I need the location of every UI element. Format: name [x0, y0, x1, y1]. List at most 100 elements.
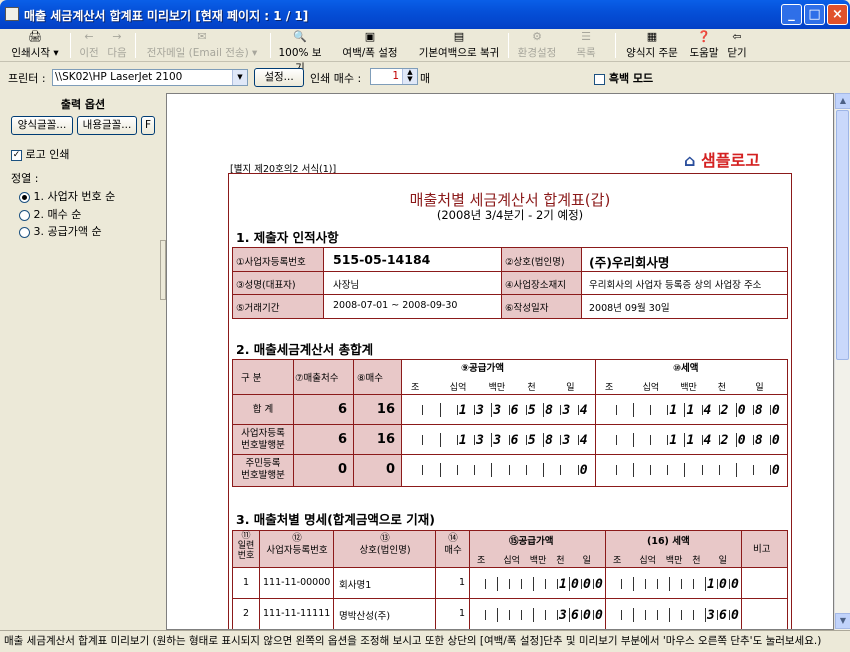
scroll-thumb[interactable]: [836, 110, 849, 360]
supply-digit: 0: [595, 608, 603, 623]
section-3-title: 3. 매출처별 명세(합계금액으로 기재): [236, 512, 435, 527]
window-title: 매출 세금계산서 합계표 미리보기 [현재 페이지 : 1 / 1]: [24, 9, 309, 23]
margin-setup-button[interactable]: ▣ 여백/폭 설정: [338, 31, 402, 60]
supply-digit: 3: [562, 433, 571, 448]
settings-button[interactable]: ⚙ 환경설정: [514, 31, 560, 60]
tax-digit: 8: [754, 433, 763, 448]
copies-input[interactable]: 1 ▲ ▼: [370, 68, 418, 85]
supply-digit: 0: [583, 577, 591, 592]
supply-digit: 0: [595, 577, 603, 592]
list-button[interactable]: ☰ 목록: [566, 31, 606, 60]
customer-count: 6: [337, 432, 347, 447]
printer-icon: 🖨: [28, 30, 42, 43]
app-icon: [5, 7, 19, 21]
minimize-button[interactable]: _: [781, 4, 802, 25]
row-label: 합 계: [252, 404, 274, 415]
reset-margin-button[interactable]: ▤ 기본여백으로 복귀: [414, 31, 504, 60]
sheet-count: 16: [376, 432, 395, 447]
vertical-scrollbar[interactable]: ▲ ▼: [834, 93, 850, 630]
tax-digit: 4: [703, 433, 712, 448]
supply-digit: 3: [562, 403, 571, 418]
tax-digit: 4: [703, 403, 712, 418]
supply-digit: 6: [510, 403, 519, 418]
logo-print-checkbox[interactable]: ✓ 로고 인쇄: [11, 146, 69, 162]
tax-digit: 0: [737, 403, 746, 418]
next-page-button[interactable]: → 다음: [104, 31, 130, 60]
mail-icon: ✉: [197, 30, 207, 43]
toolbar: 🖨 인쇄시작 ▾ ← 이전 → 다음 ✉ 전자메일 (Email 전송) ▾ 🔍 100%…: [0, 29, 850, 75]
tax-digit: 0: [731, 608, 739, 623]
supply-digit: 5: [527, 433, 536, 448]
row-label: 사업자등록 번호발행분: [241, 428, 285, 451]
preview-area[interactable]: [별지 제20호의2 서식(1)] ⌂ 샘플로고 매출처별 세금계산서 합계표(…: [166, 93, 834, 630]
supply-digit: 5: [527, 403, 536, 418]
help-button[interactable]: ❓ 도움말: [686, 31, 722, 60]
prev-page-button[interactable]: ← 이전: [76, 31, 102, 60]
printer-select[interactable]: \\SK02\HP LaserJet 2100 ▼: [52, 69, 248, 86]
unit-label: 일: [755, 383, 764, 393]
supply-digit: 0: [579, 463, 588, 478]
margin-icon: ▣: [364, 30, 376, 43]
supply-digit: 1: [458, 403, 467, 418]
tax-digit: 3: [707, 608, 715, 623]
copies-label: 인쇄 매수 :: [310, 72, 362, 85]
unit-label: 십억: [449, 383, 467, 393]
company-name: 회사명1: [339, 580, 372, 591]
supply-digit: 3: [493, 403, 502, 418]
tax-digit: 1: [686, 433, 695, 448]
doc-subtitle: (2008년 3/4분기 - 2기 예정): [436, 208, 584, 222]
supply-digit: 4: [579, 403, 588, 418]
customer-count: 0: [337, 462, 347, 477]
serial-number: 2: [242, 608, 250, 619]
form-font-button[interactable]: 양식글꼴...: [11, 116, 73, 135]
zoom-100-button[interactable]: 🔍100% 보기: [275, 31, 325, 75]
sort-option-2[interactable]: 2. 매수 순: [19, 206, 81, 222]
content-font-button[interactable]: 내용글꼴...: [77, 116, 137, 135]
order-forms-button[interactable]: ▦ 양식지 주문: [622, 31, 682, 60]
supply-digit: 4: [579, 433, 588, 448]
bw-mode-checkbox[interactable]: 흑백 모드: [594, 70, 653, 86]
unit-label: 조: [477, 556, 486, 566]
email-button[interactable]: ✉ 전자메일 (Email 전송) ▾: [140, 31, 264, 60]
printer-settings-button[interactable]: 설정...: [254, 68, 304, 87]
tax-digit: 1: [669, 403, 678, 418]
sort-option-1[interactable]: 1. 사업자 번호 순: [19, 188, 115, 204]
print-start-button[interactable]: 🖨 인쇄시작 ▾: [6, 31, 64, 60]
unit-label: 십억: [503, 556, 520, 566]
unit-label: 조: [613, 556, 622, 566]
supply-digit: 3: [559, 608, 567, 623]
page-reset-icon: ▤: [453, 30, 465, 43]
f-button[interactable]: F: [141, 116, 155, 135]
spinner-icon[interactable]: ▲ ▼: [402, 69, 417, 84]
scroll-up-arrow[interactable]: ▲: [835, 93, 850, 109]
tax-digit: 6: [719, 608, 727, 623]
sheet-count: 1: [458, 608, 465, 619]
tax-digit: 0: [771, 433, 780, 448]
cart-icon: ▦: [646, 30, 658, 43]
unit-label: 천: [556, 556, 565, 566]
supply-digit: 6: [510, 433, 519, 448]
detail-table: ⑪ 일련 번호 ⑫ 사업자등록번호 ⑬ 상호(법인명) ⑭ 매수 ⑮공급가액 (…: [232, 530, 788, 629]
logo: ⌂ 샘플로고: [684, 151, 760, 170]
status-bar: 매출 세금계산서 합계표 미리보기 (원하는 형태로 표시되지 않으면 왼쪽의 …: [0, 630, 850, 652]
unit-label: 십억: [639, 556, 656, 566]
sheet-count: 1: [458, 577, 465, 588]
tax-digit: 1: [707, 577, 715, 592]
unit-label: 백만: [665, 556, 683, 566]
printer-bar: 프린터 : \\SK02\HP LaserJet 2100 ▼ 설정... 인쇄 …: [0, 62, 850, 90]
company-name: 명박산성(주): [339, 611, 391, 622]
unit-label: 천: [692, 556, 701, 566]
supply-digit: 8: [545, 433, 553, 448]
unit-label: 십억: [642, 383, 660, 393]
section-2-title: 2. 매출세금계산서 총합계: [236, 342, 374, 357]
tax-digit: 0: [771, 403, 780, 418]
supply-digit: 3: [493, 433, 502, 448]
chevron-down-icon: ▼: [232, 70, 247, 85]
business-number: 111-11-00000: [263, 577, 331, 588]
sort-option-3[interactable]: 3. 공급가액 순: [19, 223, 102, 239]
scroll-down-arrow[interactable]: ▼: [835, 613, 850, 629]
maximize-button[interactable]: □: [804, 4, 825, 25]
row-label: 주민등록 번호발행분: [241, 458, 285, 481]
close-window-button[interactable]: ×: [827, 4, 848, 25]
close-button[interactable]: ⇦ 닫기: [724, 31, 750, 60]
